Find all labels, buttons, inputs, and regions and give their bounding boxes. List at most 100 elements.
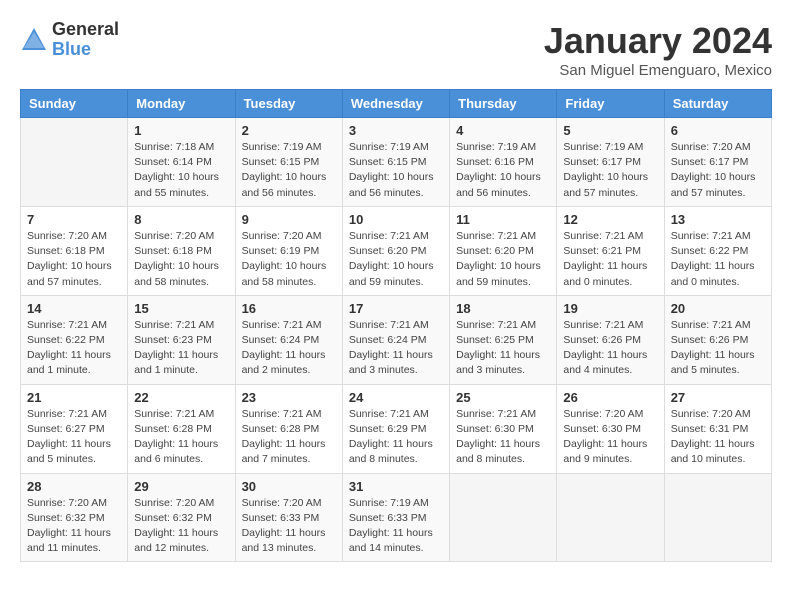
day-number: 18 [456, 301, 550, 316]
calendar-cell: 22Sunrise: 7:21 AM Sunset: 6:28 PM Dayli… [128, 384, 235, 473]
page-header: General Blue January 2024 San Miguel Eme… [20, 20, 772, 79]
calendar-cell [664, 473, 771, 562]
day-number: 24 [349, 390, 443, 405]
day-detail: Sunrise: 7:19 AM Sunset: 6:33 PM Dayligh… [349, 496, 443, 557]
day-number: 20 [671, 301, 765, 316]
day-number: 10 [349, 212, 443, 227]
calendar-cell: 26 Sunrise: 7:20 AM Sunset: 6:30 PM Dayli… [557, 384, 664, 473]
day-number: 28 [27, 479, 121, 494]
day-detail: Sunrise: 7:21 AM Sunset: 6:20 PM Dayligh… [456, 229, 550, 290]
day-number: 29 [134, 479, 228, 494]
day-detail: Sunrise: 7:21 AM Sunset: 6:26 PM Dayligh… [671, 318, 765, 379]
day-number: 7 [27, 212, 121, 227]
calendar-cell: 8 Sunrise: 7:20 AM Sunset: 6:18 PM Daylig… [128, 206, 235, 295]
day-detail: Sunrise: 7:20 AM Sunset: 6:18 PM Dayligh… [27, 229, 121, 290]
day-detail: Sunrise: 7:21 AM Sunset: 6:30 PM Dayligh… [456, 407, 550, 468]
day-number: 16 [242, 301, 336, 316]
day-detail: Sunrise: 7:21 AM Sunset: 6:27 PM Dayligh… [27, 407, 121, 468]
calendar-week-row: 14 Sunrise: 7:21 AM Sunset: 6:22 PM Dayli… [21, 295, 772, 384]
calendar-cell: 27 Sunrise: 7:20 AM Sunset: 6:31 PM Dayli… [664, 384, 771, 473]
calendar-cell: 2 Sunrise: 7:19 AM Sunset: 6:15 PM Daylig… [235, 118, 342, 207]
day-detail: Sunrise: 7:19 AM Sunset: 6:15 PM Dayligh… [349, 140, 443, 201]
day-number: 11 [456, 212, 550, 227]
calendar-week-row: 7 Sunrise: 7:20 AM Sunset: 6:18 PM Daylig… [21, 206, 772, 295]
calendar-cell: 15Sunrise: 7:21 AM Sunset: 6:23 PM Dayli… [128, 295, 235, 384]
logo-blue: Blue [52, 40, 119, 60]
day-number: 14 [27, 301, 121, 316]
calendar-cell: 1Sunrise: 7:18 AM Sunset: 6:14 PM Daylig… [128, 118, 235, 207]
logo-icon [20, 26, 48, 54]
day-number: 2 [242, 123, 336, 138]
day-detail: Sunrise: 7:19 AM Sunset: 6:15 PM Dayligh… [242, 140, 336, 201]
day-number: 3 [349, 123, 443, 138]
day-detail: Sunrise: 7:21 AM Sunset: 6:20 PM Dayligh… [349, 229, 443, 290]
calendar-cell: 23 Sunrise: 7:21 AM Sunset: 6:28 PM Dayli… [235, 384, 342, 473]
calendar-week-row: 28 Sunrise: 7:20 AM Sunset: 6:32 PM Dayli… [21, 473, 772, 562]
calendar-cell: 25 Sunrise: 7:21 AM Sunset: 6:30 PM Dayli… [450, 384, 557, 473]
calendar-week-row: 21Sunrise: 7:21 AM Sunset: 6:27 PM Dayli… [21, 384, 772, 473]
calendar-cell [21, 118, 128, 207]
day-detail: Sunrise: 7:20 AM Sunset: 6:31 PM Dayligh… [671, 407, 765, 468]
day-number: 6 [671, 123, 765, 138]
calendar-cell: 9Sunrise: 7:20 AM Sunset: 6:19 PM Daylig… [235, 206, 342, 295]
day-number: 27 [671, 390, 765, 405]
weekday-header: Thursday [450, 90, 557, 118]
calendar-cell: 30Sunrise: 7:20 AM Sunset: 6:33 PM Dayli… [235, 473, 342, 562]
weekday-header: Tuesday [235, 90, 342, 118]
day-detail: Sunrise: 7:21 AM Sunset: 6:25 PM Dayligh… [456, 318, 550, 379]
day-number: 9 [242, 212, 336, 227]
day-number: 30 [242, 479, 336, 494]
calendar-cell: 14 Sunrise: 7:21 AM Sunset: 6:22 PM Dayli… [21, 295, 128, 384]
weekday-header-row: SundayMondayTuesdayWednesdayThursdayFrid… [21, 90, 772, 118]
day-detail: Sunrise: 7:21 AM Sunset: 6:24 PM Dayligh… [242, 318, 336, 379]
title-block: January 2024 San Miguel Emenguaro, Mexic… [544, 20, 772, 79]
calendar-cell: 31 Sunrise: 7:19 AM Sunset: 6:33 PM Dayli… [342, 473, 449, 562]
calendar-cell [450, 473, 557, 562]
calendar-cell: 21Sunrise: 7:21 AM Sunset: 6:27 PM Dayli… [21, 384, 128, 473]
day-detail: Sunrise: 7:21 AM Sunset: 6:21 PM Dayligh… [563, 229, 657, 290]
day-detail: Sunrise: 7:21 AM Sunset: 6:23 PM Dayligh… [134, 318, 228, 379]
day-number: 4 [456, 123, 550, 138]
day-detail: Sunrise: 7:19 AM Sunset: 6:17 PM Dayligh… [563, 140, 657, 201]
calendar-cell [557, 473, 664, 562]
day-detail: Sunrise: 7:20 AM Sunset: 6:30 PM Dayligh… [563, 407, 657, 468]
calendar-cell: 13 Sunrise: 7:21 AM Sunset: 6:22 PM Dayli… [664, 206, 771, 295]
weekday-header: Friday [557, 90, 664, 118]
calendar-cell: 12 Sunrise: 7:21 AM Sunset: 6:21 PM Dayli… [557, 206, 664, 295]
day-detail: Sunrise: 7:21 AM Sunset: 6:24 PM Dayligh… [349, 318, 443, 379]
day-number: 23 [242, 390, 336, 405]
day-detail: Sunrise: 7:18 AM Sunset: 6:14 PM Dayligh… [134, 140, 228, 201]
day-number: 13 [671, 212, 765, 227]
day-detail: Sunrise: 7:21 AM Sunset: 6:26 PM Dayligh… [563, 318, 657, 379]
day-number: 17 [349, 301, 443, 316]
day-detail: Sunrise: 7:21 AM Sunset: 6:28 PM Dayligh… [242, 407, 336, 468]
day-detail: Sunrise: 7:20 AM Sunset: 6:32 PM Dayligh… [134, 496, 228, 557]
day-detail: Sunrise: 7:20 AM Sunset: 6:17 PM Dayligh… [671, 140, 765, 201]
calendar-cell: 28Sunrise: 7:20 AM Sunset: 6:32 PM Dayli… [21, 473, 128, 562]
weekday-header: Wednesday [342, 90, 449, 118]
calendar-cell: 29 Sunrise: 7:20 AM Sunset: 6:32 PM Dayli… [128, 473, 235, 562]
calendar-week-row: 1Sunrise: 7:18 AM Sunset: 6:14 PM Daylig… [21, 118, 772, 207]
logo-general: General [52, 20, 119, 40]
day-detail: Sunrise: 7:19 AM Sunset: 6:16 PM Dayligh… [456, 140, 550, 201]
weekday-header: Saturday [664, 90, 771, 118]
day-detail: Sunrise: 7:21 AM Sunset: 6:29 PM Dayligh… [349, 407, 443, 468]
day-number: 12 [563, 212, 657, 227]
day-number: 25 [456, 390, 550, 405]
day-number: 8 [134, 212, 228, 227]
calendar-cell: 16 Sunrise: 7:21 AM Sunset: 6:24 PM Dayli… [235, 295, 342, 384]
logo: General Blue [20, 20, 119, 60]
day-detail: Sunrise: 7:20 AM Sunset: 6:18 PM Dayligh… [134, 229, 228, 290]
day-detail: Sunrise: 7:21 AM Sunset: 6:22 PM Dayligh… [671, 229, 765, 290]
calendar-cell: 17 Sunrise: 7:21 AM Sunset: 6:24 PM Dayli… [342, 295, 449, 384]
calendar-cell: 11 Sunrise: 7:21 AM Sunset: 6:20 PM Dayli… [450, 206, 557, 295]
day-number: 31 [349, 479, 443, 494]
day-detail: Sunrise: 7:21 AM Sunset: 6:22 PM Dayligh… [27, 318, 121, 379]
weekday-header: Monday [128, 90, 235, 118]
calendar-table: SundayMondayTuesdayWednesdayThursdayFrid… [20, 89, 772, 562]
calendar-cell: 4 Sunrise: 7:19 AM Sunset: 6:16 PM Daylig… [450, 118, 557, 207]
day-number: 5 [563, 123, 657, 138]
day-number: 26 [563, 390, 657, 405]
location: San Miguel Emenguaro, Mexico [544, 62, 772, 79]
calendar-cell: 10 Sunrise: 7:21 AM Sunset: 6:20 PM Dayli… [342, 206, 449, 295]
